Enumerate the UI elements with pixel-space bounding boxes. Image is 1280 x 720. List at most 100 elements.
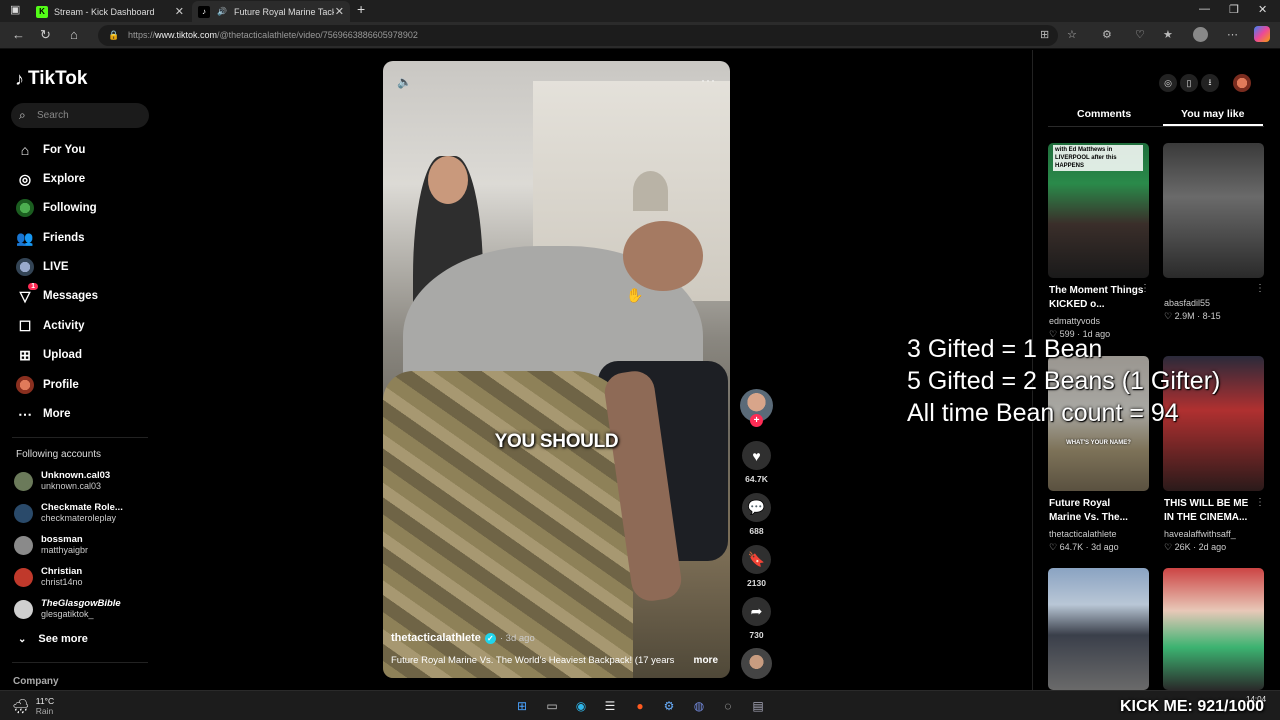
account-name: TheGlasgowBible: [41, 598, 121, 609]
like-action[interactable]: ♥ 64.7K: [740, 441, 773, 484]
settings-icon[interactable]: ⚙: [659, 696, 679, 716]
nav-for-you[interactable]: ⌂ For You: [16, 140, 86, 160]
extensions-icon[interactable]: ⚙: [1102, 28, 1112, 41]
comment-icon[interactable]: 💬: [742, 493, 771, 522]
recommended-video-thumbnail[interactable]: [1163, 143, 1264, 278]
search-placeholder: Search: [37, 110, 69, 121]
sound-disc[interactable]: [741, 648, 772, 679]
obs-icon[interactable]: ●: [630, 696, 650, 716]
mute-icon[interactable]: 🔈: [397, 75, 412, 89]
rec-title[interactable]: The Moment Things KICKED o...: [1049, 284, 1144, 312]
following-account[interactable]: Unknown.cal03 unknown.cal03: [14, 470, 110, 492]
favorites-icon[interactable]: ★: [1163, 28, 1173, 41]
compass-icon[interactable]: ◎: [1159, 74, 1177, 92]
app-icon[interactable]: ▤: [748, 696, 768, 716]
avatar: [14, 471, 33, 491]
rec-title[interactable]: THIS WILL BE ME IN THE CINEMA...: [1164, 497, 1259, 525]
tab-kick-dashboard[interactable]: K Stream - Kick Dashboard ✕: [30, 1, 190, 22]
profile-icon[interactable]: [1193, 27, 1208, 42]
nav-friends[interactable]: 👥 Friends: [16, 228, 84, 248]
new-tab-button[interactable]: +: [357, 1, 365, 17]
app-icon[interactable]: ☰: [600, 696, 620, 716]
following-account[interactable]: Christian christ14no: [14, 566, 83, 588]
close-tab-icon[interactable]: ✕: [335, 5, 344, 18]
url-field[interactable]: 🔒 https://www.tiktok.com/@thetacticalath…: [98, 25, 1058, 46]
heart-icon[interactable]: ♥: [742, 441, 771, 470]
following-account[interactable]: TheGlasgowBible glesgatiktok_: [14, 598, 121, 620]
rec-more-icon[interactable]: ⋮: [1140, 283, 1150, 294]
comment-action[interactable]: 💬 688: [740, 493, 773, 536]
app-icon[interactable]: ◌: [718, 696, 738, 716]
like-count: 64.7K: [745, 474, 768, 484]
device-icon[interactable]: ▯: [1180, 74, 1198, 92]
close-window-icon[interactable]: ✕: [1258, 3, 1267, 16]
recommended-video-thumbnail[interactable]: [1163, 568, 1264, 690]
tiktok-logo[interactable]: ♪ TikTok: [15, 68, 87, 90]
following-account[interactable]: Checkmate Role... checkmateroleplay: [14, 502, 123, 524]
start-icon[interactable]: ⊞: [512, 696, 532, 716]
avatar: [14, 535, 33, 555]
refresh-icon[interactable]: ↻: [40, 27, 51, 43]
share-icon[interactable]: ➦: [742, 597, 771, 626]
rec-author[interactable]: abasfadil55: [1164, 298, 1210, 308]
follow-plus-icon[interactable]: +: [750, 414, 763, 427]
comment-count: 688: [749, 526, 764, 536]
tab-actions-icon[interactable]: ▣: [10, 3, 20, 16]
weather-widget[interactable]: 🌧 11°C Rain: [12, 696, 54, 716]
rec-more-icon[interactable]: ⋮: [1255, 497, 1265, 508]
close-tab-icon[interactable]: ✕: [175, 5, 184, 18]
video-more-icon[interactable]: ···: [701, 73, 716, 87]
rec-author[interactable]: havealaffwithsaff_: [1164, 529, 1236, 539]
video-author[interactable]: thetacticalathlete ✓ · 3d ago: [391, 632, 535, 644]
company-link[interactable]: Company: [13, 676, 59, 687]
restore-icon[interactable]: ❐: [1229, 3, 1239, 16]
see-more-button[interactable]: ⌄ See more: [18, 633, 88, 645]
rec-author[interactable]: thetacticalathlete: [1049, 529, 1117, 539]
recommended-video-thumbnail[interactable]: with Ed Matthews in LIVERPOOL after this…: [1048, 143, 1149, 278]
nav-live[interactable]: LIVE: [16, 257, 69, 277]
nav-following[interactable]: Following: [16, 198, 97, 218]
tiktok-logo-icon: ♪: [198, 5, 210, 18]
rec-author[interactable]: edmattyvods: [1049, 316, 1100, 326]
home-icon[interactable]: ⌂: [70, 27, 78, 42]
app-available-icon[interactable]: ⊞: [1040, 28, 1049, 41]
task-view-icon[interactable]: ▭: [542, 696, 562, 716]
tab-tiktok-video[interactable]: ♪ 🔊 Future Royal Marine Tackles ✕: [192, 1, 350, 22]
rec-title[interactable]: Future Royal Marine Vs. The...: [1049, 497, 1144, 525]
discord-icon[interactable]: ◍: [689, 696, 709, 716]
browser-tab-bar: ▣ K Stream - Kick Dashboard ✕ ♪ 🔊 Future…: [0, 0, 1280, 22]
tab-comments[interactable]: Comments: [1077, 108, 1131, 120]
nav-profile[interactable]: Profile: [16, 375, 79, 395]
more-menu-icon[interactable]: ⋯: [1227, 28, 1238, 41]
nav-upload[interactable]: ⊞ Upload: [16, 345, 82, 365]
profile-avatar[interactable]: [1233, 74, 1251, 92]
search-input[interactable]: ⌕ Search: [11, 103, 149, 128]
save-action[interactable]: 🔖 2130: [740, 545, 773, 588]
active-tab-indicator: [1163, 124, 1263, 126]
messages-badge: 1: [28, 283, 38, 290]
nav-explore[interactable]: ◎ Explore: [16, 169, 85, 189]
nav-messages[interactable]: ▽ 1 Messages: [16, 283, 98, 306]
search-icon: ⌕: [19, 108, 26, 122]
friends-icon: 👥: [16, 229, 34, 246]
bookmark-icon[interactable]: 🔖: [742, 545, 771, 574]
creator-avatar[interactable]: +: [740, 389, 773, 427]
download-icon[interactable]: ⭳: [1201, 74, 1219, 92]
favorite-star-icon[interactable]: ☆: [1067, 28, 1077, 41]
description-more-button[interactable]: more: [694, 655, 718, 666]
nav-more[interactable]: ⋯ More: [16, 404, 70, 424]
nav-activity[interactable]: ☐ Activity: [16, 316, 85, 336]
share-action[interactable]: ➦ 730: [740, 597, 773, 640]
video-player[interactable]: 🔈 ··· YOU SHOULD thetacticalathlete ✓ · …: [383, 61, 730, 678]
rec-more-icon[interactable]: ⋮: [1255, 283, 1265, 294]
edge-icon[interactable]: ◉: [571, 696, 591, 716]
copilot-icon[interactable]: [1254, 26, 1270, 42]
following-account[interactable]: bossman matthyaigbr: [14, 534, 88, 556]
recommended-video-thumbnail[interactable]: [1048, 568, 1149, 690]
nav-label: Upload: [43, 349, 82, 361]
back-icon[interactable]: ←: [12, 27, 25, 42]
browser-essentials-icon[interactable]: ♡: [1135, 28, 1145, 41]
speaker-icon[interactable]: 🔊: [216, 6, 228, 18]
tab-you-may-like[interactable]: You may like: [1181, 108, 1244, 120]
minimize-icon[interactable]: —: [1199, 3, 1210, 15]
